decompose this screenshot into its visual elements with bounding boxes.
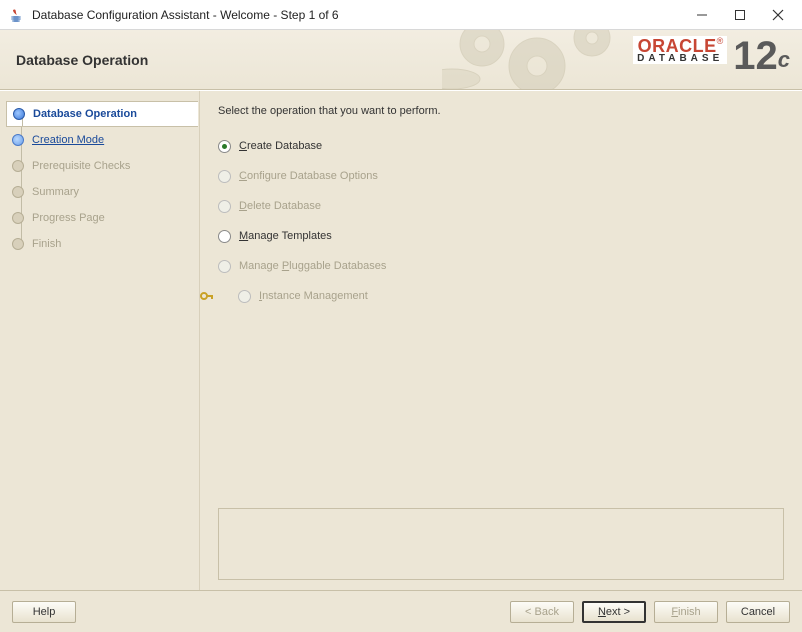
- header-band: Database Operation ORACLE® DATABASE 12c: [0, 30, 802, 90]
- step-label: Database Operation: [33, 108, 137, 120]
- step-label: Prerequisite Checks: [32, 160, 130, 172]
- minimize-icon[interactable]: [694, 7, 710, 23]
- step-node-icon: [13, 108, 25, 120]
- wizard-step-0: Database Operation: [6, 101, 198, 127]
- wizard-step-4: Progress Page: [6, 205, 197, 231]
- radio-icon: [218, 260, 231, 273]
- cancel-button[interactable]: Cancel: [726, 601, 790, 623]
- page-title: Database Operation: [16, 52, 148, 68]
- option-label: Create Database: [239, 140, 322, 152]
- step-label: Progress Page: [32, 212, 105, 224]
- brand-version-suffix: c: [778, 47, 790, 72]
- titlebar: Database Configuration Assistant - Welco…: [0, 0, 802, 30]
- window-controls: [694, 7, 794, 23]
- java-app-icon: [8, 7, 24, 23]
- operation-option-3[interactable]: Manage Templates: [218, 221, 784, 251]
- step-node-icon: [12, 134, 24, 146]
- brand-sub: DATABASE: [637, 54, 723, 64]
- wizard-step-3: Summary: [6, 179, 197, 205]
- radio-icon: [238, 290, 251, 303]
- step-node-icon: [12, 160, 24, 172]
- operation-option-5: Instance Management: [218, 281, 784, 311]
- instruction-text: Select the operation that you want to pe…: [218, 105, 784, 117]
- option-label: Delete Database: [239, 200, 321, 212]
- operation-option-4: Manage Pluggable Databases: [218, 251, 784, 281]
- next-button[interactable]: Next >: [582, 601, 646, 623]
- option-label: Manage Templates: [239, 230, 332, 242]
- wizard-steps-sidebar: Database Operation Creation Mode Prerequis…: [0, 91, 200, 590]
- radio-icon: [218, 170, 231, 183]
- operation-option-2: Delete Database: [218, 191, 784, 221]
- operation-option-1: Configure Database Options: [218, 161, 784, 191]
- step-node-icon: [12, 212, 24, 224]
- radio-icon[interactable]: [218, 140, 231, 153]
- step-label: Finish: [32, 238, 61, 250]
- messages-area: [218, 508, 784, 580]
- option-label: Instance Management: [259, 290, 368, 302]
- operation-option-0[interactable]: Create Database: [218, 131, 784, 161]
- gears-decoration-icon: [442, 30, 642, 90]
- window-title: Database Configuration Assistant - Welco…: [32, 8, 694, 22]
- step-label[interactable]: Creation Mode: [32, 134, 104, 146]
- step-node-icon: [12, 186, 24, 198]
- brand-version-num: 12: [733, 34, 778, 78]
- main-area: Database Operation Creation Mode Prerequis…: [0, 90, 802, 590]
- maximize-icon[interactable]: [732, 7, 748, 23]
- wizard-step-1[interactable]: Creation Mode: [6, 127, 197, 153]
- key-icon: [200, 289, 214, 303]
- wizard-step-2: Prerequisite Checks: [6, 153, 197, 179]
- step-label: Summary: [32, 186, 79, 198]
- back-button: < Back: [510, 601, 574, 623]
- wizard-step-5: Finish: [6, 231, 197, 257]
- step-node-icon: [12, 238, 24, 250]
- finish-button: Finish: [654, 601, 718, 623]
- radio-icon[interactable]: [218, 230, 231, 243]
- oracle-brand: ORACLE® DATABASE 12c: [633, 36, 790, 82]
- help-button[interactable]: Help: [12, 601, 76, 623]
- close-icon[interactable]: [770, 7, 786, 23]
- radio-icon: [218, 200, 231, 213]
- option-label: Manage Pluggable Databases: [239, 260, 386, 272]
- option-label: Configure Database Options: [239, 170, 378, 182]
- content-pane: Select the operation that you want to pe…: [200, 91, 802, 590]
- footer-bar: Help < Back Next > Finish Cancel: [0, 590, 802, 632]
